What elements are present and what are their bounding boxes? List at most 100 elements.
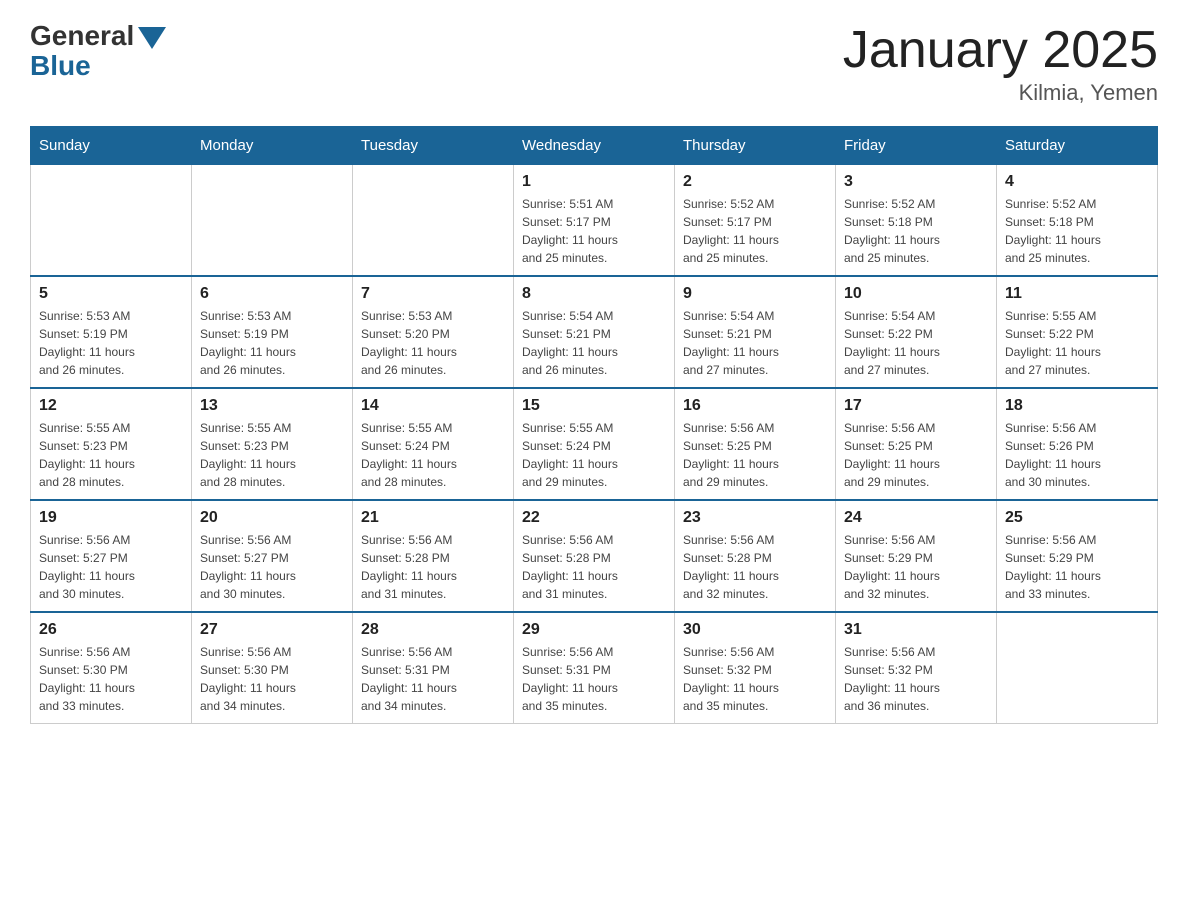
day-number: 26 (39, 621, 183, 639)
calendar-cell: 1 Sunrise: 5:51 AMSunset: 5:17 PMDaylight… (514, 165, 675, 277)
calendar-cell: 22 Sunrise: 5:56 AMSunset: 5:28 PMDayligh… (514, 500, 675, 612)
calendar-cell: 4 Sunrise: 5:52 AMSunset: 5:18 PMDaylight… (997, 165, 1158, 277)
calendar-cell: 15 Sunrise: 5:55 AMSunset: 5:24 PMDayligh… (514, 388, 675, 500)
calendar-cell: 6 Sunrise: 5:53 AMSunset: 5:19 PMDaylight… (192, 276, 353, 388)
day-number: 18 (1005, 397, 1149, 415)
weekday-header-saturday: Saturday (997, 127, 1158, 165)
day-info: Sunrise: 5:56 AMSunset: 5:31 PMDaylight:… (522, 643, 666, 715)
day-info: Sunrise: 5:51 AMSunset: 5:17 PMDaylight:… (522, 195, 666, 267)
weekday-header-friday: Friday (836, 127, 997, 165)
day-info: Sunrise: 5:54 AMSunset: 5:22 PMDaylight:… (844, 307, 988, 379)
day-number: 2 (683, 173, 827, 191)
calendar-cell: 13 Sunrise: 5:55 AMSunset: 5:23 PMDayligh… (192, 388, 353, 500)
title-section: January 2025 Kilmia, Yemen (843, 20, 1158, 106)
calendar-cell: 5 Sunrise: 5:53 AMSunset: 5:19 PMDaylight… (31, 276, 192, 388)
calendar-cell: 25 Sunrise: 5:56 AMSunset: 5:29 PMDayligh… (997, 500, 1158, 612)
day-info: Sunrise: 5:56 AMSunset: 5:31 PMDaylight:… (361, 643, 505, 715)
day-number: 1 (522, 173, 666, 191)
calendar-table: SundayMondayTuesdayWednesdayThursdayFrid… (30, 126, 1158, 724)
day-number: 17 (844, 397, 988, 415)
day-info: Sunrise: 5:56 AMSunset: 5:26 PMDaylight:… (1005, 419, 1149, 491)
day-info: Sunrise: 5:54 AMSunset: 5:21 PMDaylight:… (683, 307, 827, 379)
day-info: Sunrise: 5:56 AMSunset: 5:32 PMDaylight:… (683, 643, 827, 715)
weekday-header-sunday: Sunday (31, 127, 192, 165)
day-info: Sunrise: 5:53 AMSunset: 5:19 PMDaylight:… (39, 307, 183, 379)
day-info: Sunrise: 5:55 AMSunset: 5:23 PMDaylight:… (200, 419, 344, 491)
calendar-cell: 2 Sunrise: 5:52 AMSunset: 5:17 PMDaylight… (675, 165, 836, 277)
calendar-cell: 10 Sunrise: 5:54 AMSunset: 5:22 PMDayligh… (836, 276, 997, 388)
day-number: 25 (1005, 509, 1149, 527)
calendar-cell: 20 Sunrise: 5:56 AMSunset: 5:27 PMDayligh… (192, 500, 353, 612)
day-number: 28 (361, 621, 505, 639)
calendar-cell: 23 Sunrise: 5:56 AMSunset: 5:28 PMDayligh… (675, 500, 836, 612)
calendar-cell: 27 Sunrise: 5:56 AMSunset: 5:30 PMDayligh… (192, 612, 353, 724)
calendar-cell (997, 612, 1158, 724)
day-info: Sunrise: 5:55 AMSunset: 5:24 PMDaylight:… (522, 419, 666, 491)
day-number: 7 (361, 285, 505, 303)
day-number: 13 (200, 397, 344, 415)
day-info: Sunrise: 5:53 AMSunset: 5:20 PMDaylight:… (361, 307, 505, 379)
calendar-cell: 26 Sunrise: 5:56 AMSunset: 5:30 PMDayligh… (31, 612, 192, 724)
day-number: 23 (683, 509, 827, 527)
day-number: 16 (683, 397, 827, 415)
day-info: Sunrise: 5:55 AMSunset: 5:23 PMDaylight:… (39, 419, 183, 491)
page-header: General Blue January 2025 Kilmia, Yemen (30, 20, 1158, 106)
week-row-1: 1 Sunrise: 5:51 AMSunset: 5:17 PMDaylight… (31, 165, 1158, 277)
day-number: 22 (522, 509, 666, 527)
calendar-cell: 8 Sunrise: 5:54 AMSunset: 5:21 PMDaylight… (514, 276, 675, 388)
week-row-5: 26 Sunrise: 5:56 AMSunset: 5:30 PMDayligh… (31, 612, 1158, 724)
week-row-3: 12 Sunrise: 5:55 AMSunset: 5:23 PMDayligh… (31, 388, 1158, 500)
day-info: Sunrise: 5:56 AMSunset: 5:27 PMDaylight:… (200, 531, 344, 603)
weekday-header-wednesday: Wednesday (514, 127, 675, 165)
calendar-cell (353, 165, 514, 277)
day-number: 29 (522, 621, 666, 639)
day-info: Sunrise: 5:56 AMSunset: 5:28 PMDaylight:… (683, 531, 827, 603)
day-number: 5 (39, 285, 183, 303)
day-number: 20 (200, 509, 344, 527)
calendar-cell: 3 Sunrise: 5:52 AMSunset: 5:18 PMDaylight… (836, 165, 997, 277)
day-info: Sunrise: 5:54 AMSunset: 5:21 PMDaylight:… (522, 307, 666, 379)
day-number: 27 (200, 621, 344, 639)
week-row-4: 19Sunrise: 5:56 AMSunset: 5:27 PMDayligh… (31, 500, 1158, 612)
calendar-cell: 24 Sunrise: 5:56 AMSunset: 5:29 PMDayligh… (836, 500, 997, 612)
day-info: Sunrise: 5:53 AMSunset: 5:19 PMDaylight:… (200, 307, 344, 379)
day-number: 24 (844, 509, 988, 527)
weekday-header-thursday: Thursday (675, 127, 836, 165)
day-number: 10 (844, 285, 988, 303)
calendar-cell: 30 Sunrise: 5:56 AMSunset: 5:32 PMDayligh… (675, 612, 836, 724)
day-info: Sunrise: 5:56 AMSunset: 5:30 PMDaylight:… (39, 643, 183, 715)
day-info: Sunrise: 5:52 AMSunset: 5:18 PMDaylight:… (844, 195, 988, 267)
day-info: Sunrise: 5:55 AMSunset: 5:22 PMDaylight:… (1005, 307, 1149, 379)
day-number: 15 (522, 397, 666, 415)
day-info: Sunrise: 5:56 AMSunset: 5:28 PMDaylight:… (522, 531, 666, 603)
weekday-header-tuesday: Tuesday (353, 127, 514, 165)
day-info: Sunrise: 5:56 AMSunset: 5:30 PMDaylight:… (200, 643, 344, 715)
day-info: Sunrise: 5:56 AMSunset: 5:29 PMDaylight:… (844, 531, 988, 603)
day-info: Sunrise: 5:56 AMSunset: 5:25 PMDaylight:… (683, 419, 827, 491)
day-info: Sunrise: 5:52 AMSunset: 5:17 PMDaylight:… (683, 195, 827, 267)
week-row-2: 5 Sunrise: 5:53 AMSunset: 5:19 PMDaylight… (31, 276, 1158, 388)
day-info: Sunrise: 5:55 AMSunset: 5:24 PMDaylight:… (361, 419, 505, 491)
day-number: 3 (844, 173, 988, 191)
day-number: 6 (200, 285, 344, 303)
calendar-cell: 11Sunrise: 5:55 AMSunset: 5:22 PMDayligh… (997, 276, 1158, 388)
calendar-cell: 9Sunrise: 5:54 AMSunset: 5:21 PMDaylight… (675, 276, 836, 388)
day-number: 31 (844, 621, 988, 639)
day-info: Sunrise: 5:56 AMSunset: 5:28 PMDaylight:… (361, 531, 505, 603)
calendar-cell: 17 Sunrise: 5:56 AMSunset: 5:25 PMDayligh… (836, 388, 997, 500)
calendar-cell: 7 Sunrise: 5:53 AMSunset: 5:20 PMDaylight… (353, 276, 514, 388)
calendar-cell: 14 Sunrise: 5:55 AMSunset: 5:24 PMDayligh… (353, 388, 514, 500)
logo-blue-text: Blue (30, 50, 91, 82)
logo-triangle-icon (138, 27, 166, 49)
day-info: Sunrise: 5:52 AMSunset: 5:18 PMDaylight:… (1005, 195, 1149, 267)
weekday-header-monday: Monday (192, 127, 353, 165)
day-number: 8 (522, 285, 666, 303)
day-info: Sunrise: 5:56 AMSunset: 5:25 PMDaylight:… (844, 419, 988, 491)
day-number: 30 (683, 621, 827, 639)
day-info: Sunrise: 5:56 AMSunset: 5:27 PMDaylight:… (39, 531, 183, 603)
day-number: 4 (1005, 173, 1149, 191)
day-info: Sunrise: 5:56 AMSunset: 5:29 PMDaylight:… (1005, 531, 1149, 603)
day-number: 14 (361, 397, 505, 415)
day-number: 12 (39, 397, 183, 415)
calendar-cell: 31Sunrise: 5:56 AMSunset: 5:32 PMDayligh… (836, 612, 997, 724)
